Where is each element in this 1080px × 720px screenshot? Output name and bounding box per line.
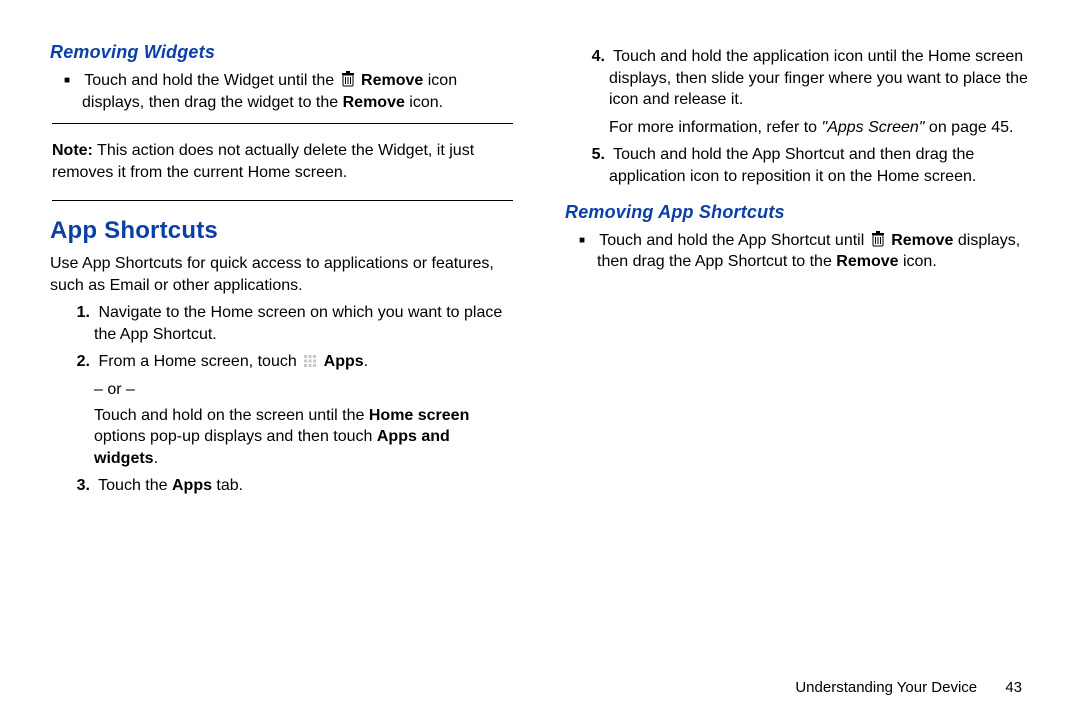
hr [52, 200, 513, 201]
note-text: Note: This action does not actually dele… [52, 140, 513, 183]
app-shortcuts-intro: Use App Shortcuts for quick access to ap… [50, 253, 515, 296]
step-2-alt: Touch and hold on the screen until the H… [94, 405, 515, 470]
page-footer: Understanding Your Device 43 [795, 679, 1022, 696]
step-4-ref: For more information, refer to "Apps Scr… [609, 117, 1030, 139]
footer-page-number: 43 [1005, 679, 1022, 696]
right-column: 4. Touch and hold the application icon u… [565, 40, 1030, 660]
removing-widgets-bullet: Touch and hold the Widget until the Remo… [82, 70, 515, 113]
trash-icon [341, 71, 355, 87]
step-4: 4. Touch and hold the application icon u… [609, 46, 1030, 111]
note-block: Note: This action does not actually dele… [50, 123, 515, 200]
step-3: 3. Touch the Apps tab. [94, 475, 515, 497]
removing-app-shortcuts-bullet: Touch and hold the App Shortcut until Re… [597, 230, 1030, 273]
hr [52, 123, 513, 124]
heading-removing-widgets: Removing Widgets [50, 40, 515, 64]
trash-icon [871, 231, 885, 247]
step-2-or: – or – [94, 379, 515, 401]
left-column: Removing Widgets Touch and hold the Widg… [50, 40, 515, 660]
apps-grid-icon [303, 354, 317, 368]
footer-section: Understanding Your Device [795, 679, 977, 696]
step-1: 1. Navigate to the Home screen on which … [94, 302, 515, 345]
heading-app-shortcuts: App Shortcuts [50, 215, 515, 247]
heading-removing-app-shortcuts: Removing App Shortcuts [565, 200, 1030, 224]
step-5: 5. Touch and hold the App Shortcut and t… [609, 144, 1030, 187]
step-2: 2. From a Home screen, touch Apps. [94, 351, 515, 373]
